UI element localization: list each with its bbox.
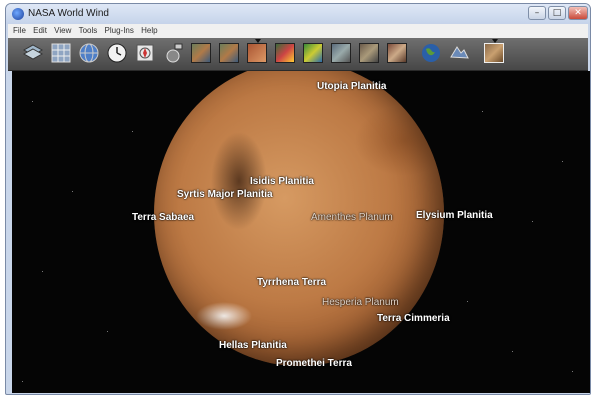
menu-tools[interactable]: Tools <box>79 24 98 38</box>
imagery-thumb-5[interactable] <box>303 43 323 63</box>
imagery-thumb-1[interactable] <box>191 43 211 63</box>
map-label-syrtis-major-planitia: Syrtis Major Planitia <box>177 189 273 200</box>
imagery-thumb-3[interactable] <box>247 39 267 63</box>
map-label-terra-cimmeria: Terra Cimmeria <box>377 313 450 324</box>
dropdown-indicator-icon <box>492 39 498 43</box>
imagery-thumb-2[interactable] <box>219 43 239 63</box>
map-label-terra-sabaea: Terra Sabaea <box>132 212 195 223</box>
world-wind-app-icon <box>12 8 24 20</box>
map-label-promethei-terra: Promethei Terra <box>276 358 352 369</box>
map-label-hesperia-planum: Hesperia Planum <box>322 297 399 308</box>
globe-icon[interactable] <box>79 43 99 63</box>
minimize-button[interactable]: – <box>528 6 546 20</box>
menu-file[interactable]: File <box>13 24 26 38</box>
mars-dataset-icon[interactable] <box>484 39 504 63</box>
clock-icon[interactable] <box>107 43 127 63</box>
window-title: NASA World Wind <box>28 8 109 19</box>
menu-help[interactable]: Help <box>141 24 157 38</box>
maximize-button[interactable]: □ <box>548 6 566 20</box>
title-bar: NASA World Wind – □ ✕ <box>6 4 590 24</box>
imagery-thumb-7[interactable] <box>359 43 379 63</box>
menu-view[interactable]: View <box>54 24 71 38</box>
imagery-thumb-6[interactable] <box>331 43 351 63</box>
imagery-thumb-8[interactable] <box>387 43 407 63</box>
map-icon[interactable] <box>449 43 469 63</box>
compass-icon[interactable] <box>135 43 155 63</box>
satellite-icon[interactable] <box>163 43 183 63</box>
globe-viewport[interactable]: Utopia Planitia Isidis Planitia Syrtis M… <box>12 71 590 393</box>
menu-plug-ins[interactable]: Plug-Ins <box>105 24 134 38</box>
map-label-isidis-planitia: Isidis Planitia <box>250 176 314 187</box>
grid-icon[interactable] <box>51 43 71 63</box>
layers-icon[interactable] <box>23 43 43 63</box>
menu-edit[interactable]: Edit <box>33 24 47 38</box>
map-label-utopia-planitia: Utopia Planitia <box>317 81 387 92</box>
menu-bar: File Edit View Tools Plug-Ins Help <box>8 24 588 38</box>
toolbar <box>8 38 588 71</box>
map-label-tyrrhena-terra: Tyrrhena Terra <box>257 277 327 288</box>
dropdown-indicator-icon <box>255 39 261 43</box>
imagery-thumb-4[interactable] <box>275 43 295 63</box>
map-label-elysium-planitia: Elysium Planitia <box>416 210 493 221</box>
earth-icon[interactable] <box>421 43 441 63</box>
map-label-amenthes-planum: Amenthes Planum <box>311 212 393 223</box>
map-label-hellas-planitia: Hellas Planitia <box>219 340 287 351</box>
close-button[interactable]: ✕ <box>568 6 588 20</box>
app-window: NASA World Wind – □ ✕ File Edit View Too… <box>5 3 591 395</box>
